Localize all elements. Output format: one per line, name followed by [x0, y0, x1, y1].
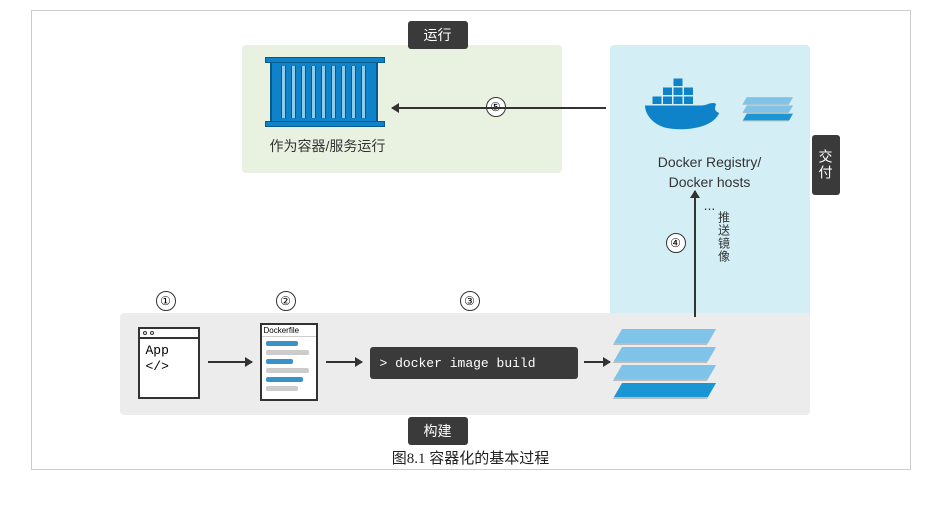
arrow-3-to-layers [584, 361, 610, 363]
app-name: App [146, 343, 169, 358]
arrow-registry-to-run [392, 107, 606, 109]
arrow-1-to-2 [208, 361, 252, 363]
containerization-diagram: 运行 作为容器/服务运行 Docker Registry/Docker host… [31, 10, 911, 470]
docker-build-command: > docker image build [370, 347, 578, 379]
figure-caption: 图8.1 容器化的基本过程 [32, 447, 910, 468]
dockerfile-icon: Dockerfile [260, 323, 318, 401]
registry-title: Docker Registry/Docker hosts [610, 153, 810, 192]
registry-panel: Docker Registry/Docker hosts ... [610, 45, 810, 351]
step-2: ② [276, 291, 296, 311]
image-layers-icon [618, 329, 712, 401]
step-1: ① [156, 291, 176, 311]
registry-ellipsis: ... [610, 197, 810, 213]
app-code-glyph: </> [146, 359, 169, 374]
run-label: 运行 [408, 21, 468, 49]
dockerfile-title: Dockerfile [262, 325, 316, 337]
arrow-push-up [694, 191, 696, 317]
arrow-2-to-3 [326, 361, 362, 363]
build-label: 构建 [408, 417, 468, 445]
container-run-text: 作为容器/服务运行 [270, 136, 386, 156]
app-source-icon: App </> [138, 327, 200, 399]
container-icon [270, 61, 378, 123]
step-3: ③ [460, 291, 480, 311]
deliver-label: 交付 [812, 135, 840, 195]
image-layers-registry-icon [744, 97, 790, 122]
push-image-label: 推送镜像 [716, 211, 733, 263]
step-4: ④ [666, 233, 686, 253]
